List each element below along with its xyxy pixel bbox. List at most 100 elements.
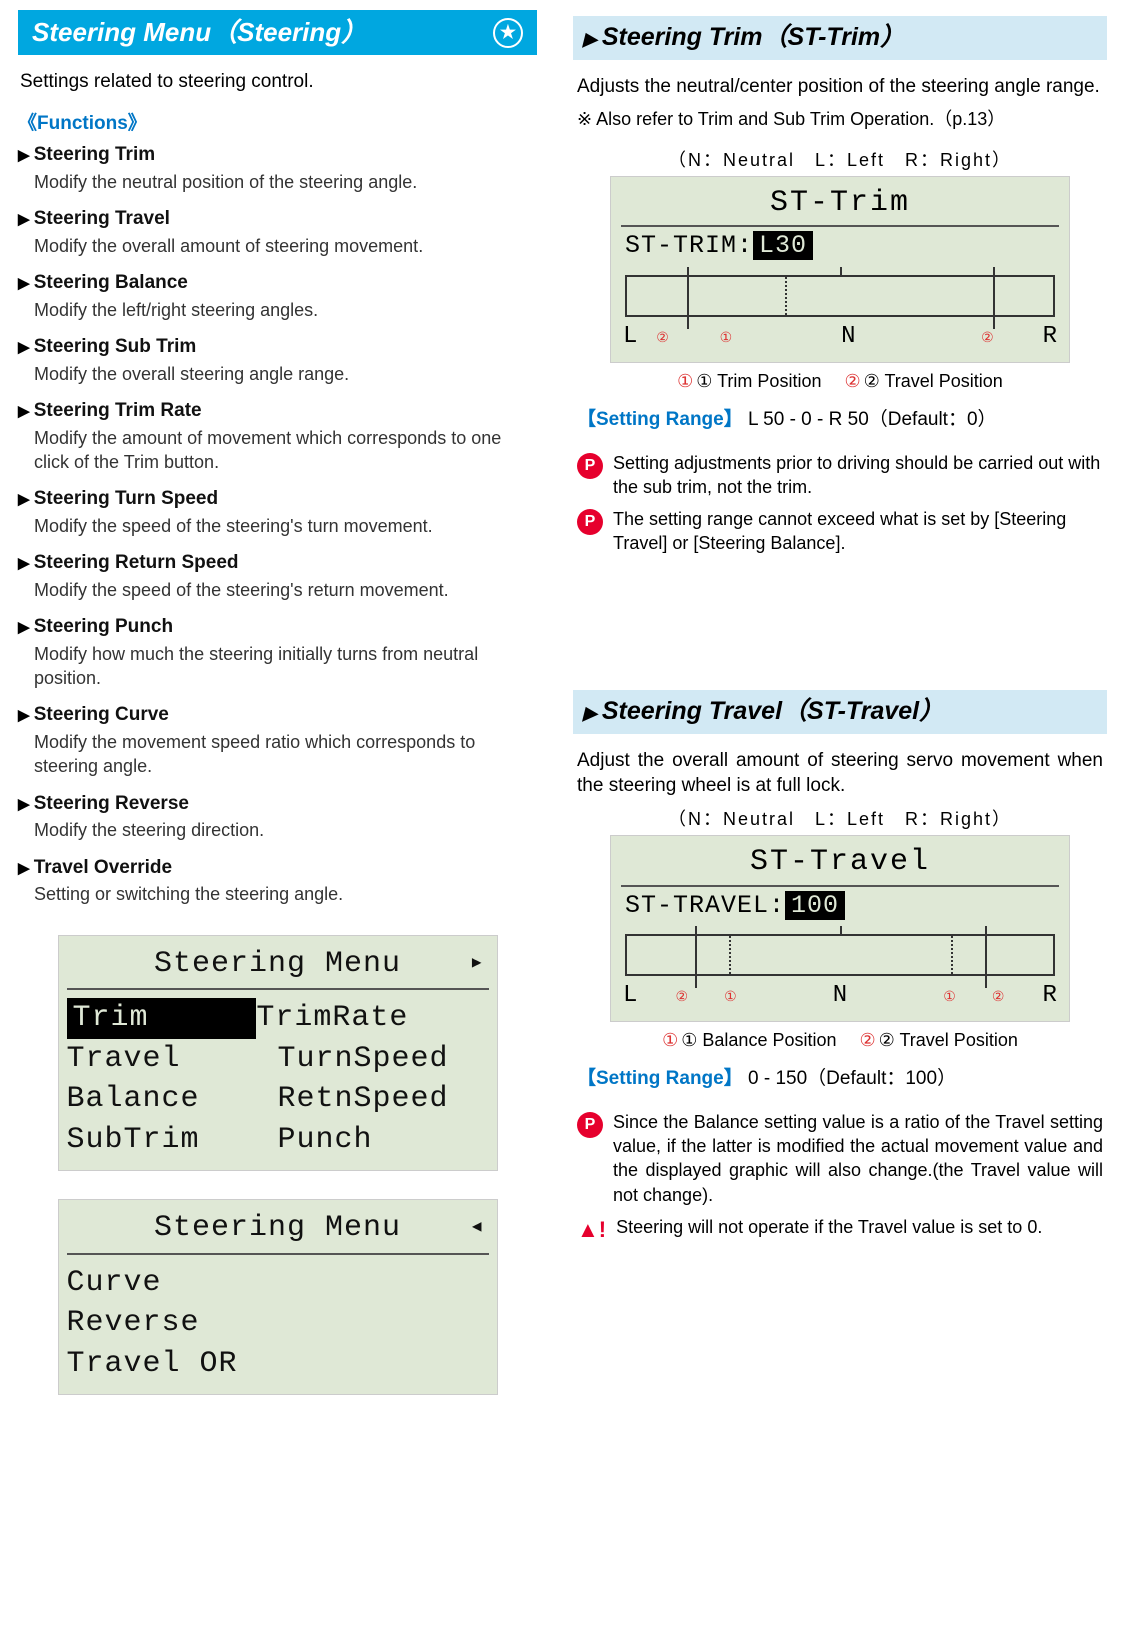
star-icon: ★ [493, 18, 523, 48]
functions-label: 《Functions》 [18, 111, 537, 137]
lcd-row: Travel OR [67, 1344, 489, 1385]
lcd-item [278, 1344, 489, 1385]
lcd-item: TurnSpeed [278, 1039, 489, 1080]
st-trim-note: ※ Also refer to Trim and Sub Trim Operat… [577, 107, 1103, 131]
function-desc: Modify the amount of movement which corr… [34, 426, 537, 475]
st-travel-setting-range: 【Setting Range】 0 - 150（Default：100） [577, 1066, 1103, 1092]
function-item: Steering Sub TrimModify the overall stee… [18, 334, 537, 386]
function-desc: Modify the speed of the steering's retur… [34, 578, 537, 602]
functions-list: Steering TrimModify the neutral position… [18, 142, 537, 906]
lcd-item: RetnSpeed [278, 1079, 489, 1120]
st-trim-lcd-value: L30 [753, 231, 813, 260]
function-name: Steering Curve [18, 702, 537, 728]
st-trim-bar [625, 275, 1055, 317]
function-name: Steering Trim Rate [18, 398, 537, 424]
lcd1-title: Steering Menu ▶ [67, 940, 489, 991]
function-item: Steering Trim RateModify the amount of m… [18, 398, 537, 474]
label-R: R [1043, 980, 1057, 1012]
function-desc: Modify the speed of the steering's turn … [34, 514, 537, 538]
lcd-row: Reverse [67, 1303, 489, 1344]
st-travel-lcd: ST-Travel ST-TRAVEL:100 L ② ① N ① ② R [610, 835, 1070, 1022]
lcd-item [278, 1303, 489, 1344]
function-desc: Modify the overall steering angle range. [34, 362, 537, 386]
st-trim-annotations: ①① Trim Position ②② Travel Position [573, 369, 1107, 393]
function-item: Steering TravelModify the overall amount… [18, 206, 537, 258]
function-item: Steering CurveModify the movement speed … [18, 702, 537, 778]
steering-menu-header: Steering Menu（Steering） ★ [18, 10, 537, 55]
warning-icon: ▲! [577, 1217, 606, 1243]
st-travel-legend: （N：Neutral L：Left R：Right） [573, 807, 1107, 831]
intro-text: Settings related to steering control. [20, 69, 535, 95]
st-travel-annotations: ①① Balance Position ②② Travel Position [573, 1028, 1107, 1052]
st-trim-pnote2: P The setting range cannot exceed what i… [577, 507, 1103, 556]
function-item: Steering Return SpeedModify the speed of… [18, 550, 537, 602]
function-desc: Modify the movement speed ratio which co… [34, 730, 537, 779]
left-column: Steering Menu（Steering） ★ Settings relat… [0, 0, 555, 1439]
function-desc: Modify how much the steering initially t… [34, 642, 537, 691]
label-N: N [841, 321, 855, 353]
st-travel-header: Steering Travel（ST-Travel） [573, 690, 1107, 734]
p-icon: P [577, 1112, 603, 1138]
arrow-left-icon: ◀ [472, 1218, 483, 1240]
st-trim-desc: Adjusts the neutral/center position of t… [577, 74, 1103, 100]
function-item: Travel OverrideSetting or switching the … [18, 855, 537, 907]
lcd-menu-page1: Steering Menu ▶ TrimTrimRateTravelTurnSp… [58, 935, 498, 1172]
lcd-selected: Trim [67, 998, 257, 1039]
st-travel-desc: Adjust the overall amount of steering se… [577, 748, 1103, 799]
function-name: Travel Override [18, 855, 537, 881]
lcd-item [278, 1263, 489, 1304]
label-N: N [833, 980, 847, 1012]
function-desc: Modify the overall amount of steering mo… [34, 234, 537, 258]
function-name: Steering Return Speed [18, 550, 537, 576]
function-item: Steering TrimModify the neutral position… [18, 142, 537, 194]
lcd-row: TravelTurnSpeed [67, 1039, 489, 1080]
function-item: Steering BalanceModify the left/right st… [18, 270, 537, 322]
function-desc: Modify the left/right steering angles. [34, 298, 537, 322]
function-desc: Setting or switching the steering angle. [34, 882, 537, 906]
function-item: Steering Turn SpeedModify the speed of t… [18, 486, 537, 538]
st-travel-pnote1: P Since the Balance setting value is a r… [577, 1110, 1103, 1207]
right-column: Steering Trim（ST-Trim） Adjusts the neutr… [555, 0, 1125, 1439]
st-trim-legend: （N：Neutral L：Left R：Right） [573, 148, 1107, 172]
lcd-row: Curve [67, 1263, 489, 1304]
lcd-item: Travel OR [67, 1344, 278, 1385]
st-trim-lcd-title: ST-Trim [621, 183, 1059, 228]
lcd-row: BalanceRetnSpeed [67, 1079, 489, 1120]
function-name: Steering Travel [18, 206, 537, 232]
function-name: Steering Balance [18, 270, 537, 296]
label-R: R [1043, 321, 1057, 353]
st-trim-pnote1: P Setting adjustments prior to driving s… [577, 451, 1103, 500]
function-item: Steering ReverseModify the steering dire… [18, 791, 537, 843]
st-trim-setting-range: 【Setting Range】 L 50 - 0 - R 50（Default：… [577, 407, 1103, 433]
lcd-row: SubTrimPunch [67, 1120, 489, 1161]
lcd-item: Punch [278, 1120, 489, 1161]
lcd-item: Balance [67, 1079, 278, 1120]
function-desc: Modify the neutral position of the steer… [34, 170, 537, 194]
p-icon: P [577, 509, 603, 535]
lcd-item: TrimRate [256, 998, 467, 1039]
lcd-item: Reverse [67, 1303, 278, 1344]
st-trim-lcd-label: ST-TRIM: [625, 231, 753, 260]
function-desc: Modify the steering direction. [34, 818, 537, 842]
function-item: Steering PunchModify how much the steeri… [18, 614, 537, 690]
function-name: Steering Reverse [18, 791, 537, 817]
label-L: L [623, 321, 637, 353]
st-travel-lcd-value: 100 [785, 891, 845, 920]
function-name: Steering Turn Speed [18, 486, 537, 512]
lcd-item: SubTrim [67, 1120, 278, 1161]
st-travel-warning: ▲! Steering will not operate if the Trav… [577, 1215, 1103, 1243]
st-travel-lcd-title: ST-Travel [621, 842, 1059, 887]
st-trim-header: Steering Trim（ST-Trim） [573, 16, 1107, 60]
lcd2-title: Steering Menu ◀ [67, 1204, 489, 1255]
p-icon: P [577, 453, 603, 479]
function-name: Steering Punch [18, 614, 537, 640]
st-travel-lcd-label: ST-TRAVEL: [625, 891, 785, 920]
st-travel-bar [625, 934, 1055, 976]
function-name: Steering Sub Trim [18, 334, 537, 360]
lcd-item: Travel [67, 1039, 278, 1080]
lcd-item: Curve [67, 1263, 278, 1304]
lcd-menu-page2: Steering Menu ◀ CurveReverseTravel OR [58, 1199, 498, 1395]
header-title: Steering Menu（Steering） [32, 15, 367, 50]
arrow-right-icon: ▶ [472, 953, 483, 975]
label-L: L [623, 980, 637, 1012]
